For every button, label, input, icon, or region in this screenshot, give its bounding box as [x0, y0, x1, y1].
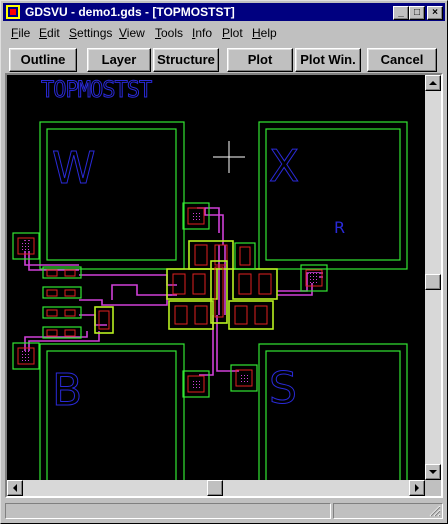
maximize-button[interactable]: □ [409, 6, 425, 20]
scroll-right-button[interactable] [409, 480, 425, 496]
menu-view[interactable]: View [119, 26, 145, 40]
menu-info[interactable]: Info [192, 26, 212, 40]
arrow-right-icon [415, 484, 419, 492]
menu-settings[interactable]: Settings [69, 26, 112, 40]
cancel-button[interactable]: Cancel [367, 48, 437, 72]
plot-window-button[interactable]: Plot Win. [295, 48, 361, 72]
scroll-corner [425, 480, 441, 496]
pad-label-b: B [52, 365, 82, 416]
vertical-scroll-thumb[interactable] [425, 274, 441, 290]
scroll-down-button[interactable] [425, 464, 441, 480]
close-icon: × [432, 7, 438, 18]
plot-button[interactable]: Plot [227, 48, 293, 72]
resize-grip-icon[interactable] [429, 505, 441, 517]
maximize-icon: □ [413, 7, 421, 18]
app-icon [6, 5, 20, 19]
status-panel-main [5, 503, 331, 519]
horizontal-scroll-thumb[interactable] [207, 480, 223, 496]
status-bar [3, 501, 445, 521]
menu-help[interactable]: Help [252, 26, 277, 40]
arrow-up-icon [429, 81, 437, 85]
menu-edit[interactable]: Edit [39, 26, 60, 40]
horizontal-scrollbar[interactable] [7, 480, 425, 496]
layer-button[interactable]: Layer [87, 48, 151, 72]
scroll-left-button[interactable] [7, 480, 23, 496]
pad-label-w: W [52, 143, 96, 194]
layout-view: TOPMOSTST W X B S R [5, 73, 443, 498]
minimize-button[interactable]: _ [393, 6, 409, 20]
small-r-label: R [334, 218, 345, 237]
minimize-icon: _ [398, 7, 404, 18]
menu-tools[interactable]: Tools [155, 26, 183, 40]
arrow-left-icon [13, 484, 17, 492]
outline-button[interactable]: Outline [9, 48, 77, 72]
crosshair-cursor [213, 141, 245, 173]
metal-wiring [24, 207, 323, 376]
toolbar: Outline Layer Structure Plot Plot Win. C… [3, 45, 445, 73]
close-button[interactable]: × [427, 6, 443, 20]
arrow-down-icon [429, 470, 437, 474]
structure-button[interactable]: Structure [153, 48, 219, 72]
menu-plot[interactable]: Plot [222, 26, 243, 40]
menu-bar: File Edit Settings View Tools Info Plot … [3, 23, 445, 42]
title-bar: GDSVU - demo1.gds - [TOPMOSTST] _ □ × [3, 3, 445, 21]
pad-label-s: S [269, 363, 297, 414]
layout-canvas[interactable]: TOPMOSTST W X B S R [7, 75, 425, 480]
scroll-up-button[interactable] [425, 75, 441, 91]
window-title: GDSVU - demo1.gds - [TOPMOSTST] [25, 5, 235, 19]
pad-label-x: X [269, 141, 299, 192]
app-window: GDSVU - demo1.gds - [TOPMOSTST] _ □ × Fi… [0, 0, 448, 524]
layout-drawing: TOPMOSTST W X B S R [12, 78, 408, 480]
vertical-scrollbar[interactable] [425, 75, 441, 480]
status-panel-secondary [333, 503, 443, 519]
menu-file[interactable]: File [11, 26, 30, 40]
cell-name-label: TOPMOSTST [41, 78, 152, 103]
